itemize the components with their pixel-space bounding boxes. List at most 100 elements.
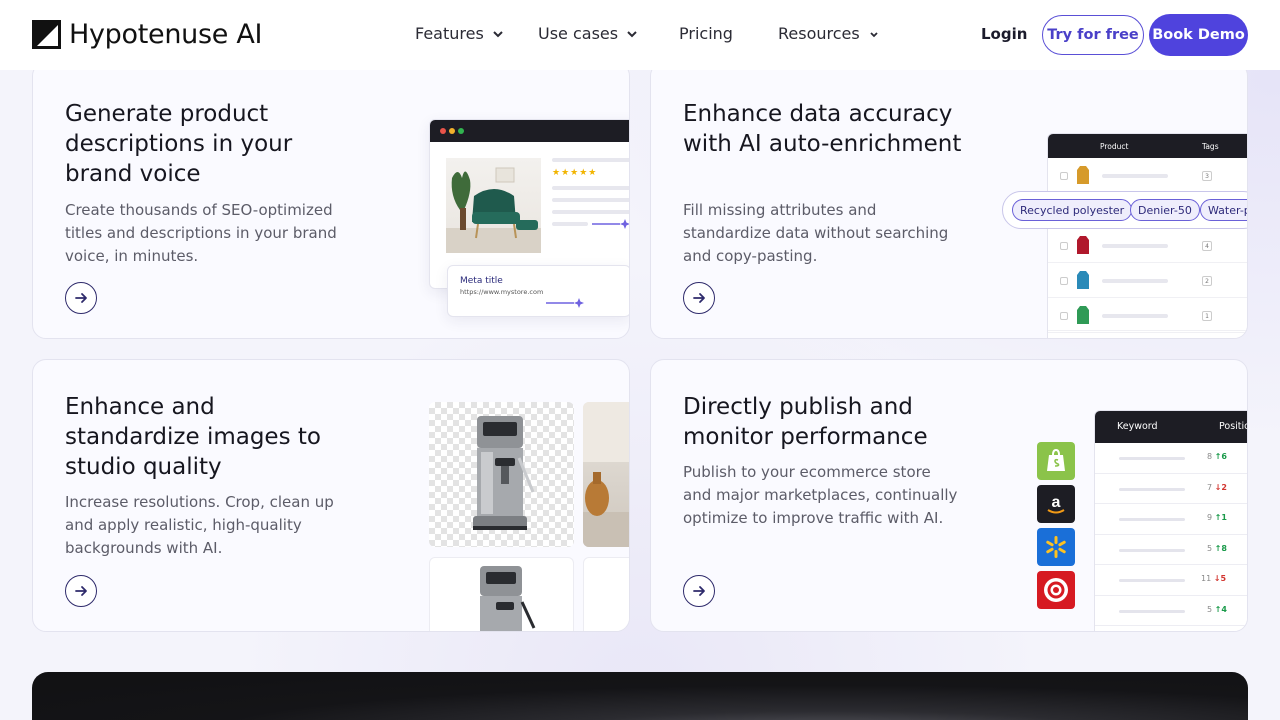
tag-count: 4 xyxy=(1202,241,1212,251)
studio-image-alt xyxy=(583,557,629,631)
nav-use-cases[interactable]: Use cases xyxy=(538,24,638,43)
table-row: 7 ↓2 xyxy=(1095,474,1247,504)
shopify-icon xyxy=(1037,442,1075,480)
nav-use-cases-label: Use cases xyxy=(538,24,619,43)
column-position: Position xyxy=(1219,421,1247,432)
nav-features[interactable]: Features xyxy=(415,24,504,43)
row-checkbox xyxy=(1060,242,1068,250)
row-checkbox xyxy=(1060,277,1068,285)
kitchen-background-image xyxy=(583,402,629,547)
attribute-chip: Denier-50 xyxy=(1130,199,1200,221)
nav-resources-label: Resources xyxy=(778,24,860,43)
keyword-bar xyxy=(1119,609,1185,613)
window-dot-yellow xyxy=(449,128,455,134)
jacket-icon xyxy=(1077,236,1089,254)
jacket-icon xyxy=(1077,271,1089,289)
login-button[interactable]: Login xyxy=(981,25,1027,43)
table-row: 5 ↑4 xyxy=(1095,596,1247,626)
table-row: 4 xyxy=(1048,228,1247,263)
text-line xyxy=(1102,244,1168,248)
svg-text:a: a xyxy=(1052,494,1061,511)
table-row: 9 ↑1 xyxy=(1095,504,1247,535)
keyword-bar xyxy=(1119,518,1185,521)
sparkle-pointer-icon xyxy=(546,298,584,308)
chevron-down-icon xyxy=(627,30,637,37)
coffee-machine-illustration xyxy=(473,416,535,530)
armchair-illustration xyxy=(446,167,541,253)
jacket-icon xyxy=(1077,306,1089,324)
card-arrow-button[interactable] xyxy=(65,575,97,607)
card-arrow-button[interactable] xyxy=(683,282,715,314)
tag-count: 3 xyxy=(1202,171,1212,181)
chevron-down-icon xyxy=(870,31,878,37)
logo-text: Hypotenuse AI xyxy=(69,18,263,50)
text-line xyxy=(1102,314,1168,318)
tag-count: 1 xyxy=(1202,311,1212,321)
nav-pricing[interactable]: Pricing xyxy=(679,24,733,43)
text-line xyxy=(552,158,629,162)
row-checkbox xyxy=(1060,172,1068,180)
try-for-free-button[interactable]: Try for free xyxy=(1042,15,1144,55)
text-line xyxy=(552,210,629,214)
text-line xyxy=(552,222,588,226)
table-header: Product Tags xyxy=(1048,134,1247,158)
nav-pricing-label: Pricing xyxy=(679,24,733,43)
position-change: 9 ↑1 xyxy=(1207,513,1227,522)
position-change: 5 ↑8 xyxy=(1207,543,1227,553)
feature-card-data-enrichment[interactable]: Enhance data accuracy with AI auto-enric… xyxy=(650,62,1248,339)
meta-title-label: Meta title xyxy=(460,276,503,286)
card-arrow-button[interactable] xyxy=(65,282,97,314)
position-change: 8 ↑6 xyxy=(1207,452,1227,461)
armchair-image xyxy=(446,158,541,253)
window-titlebar xyxy=(430,120,629,142)
sparkle-pointer-icon xyxy=(592,219,629,229)
amazon-icon: a xyxy=(1037,485,1075,523)
site-header: Hypotenuse AI Features Use cases Pricing… xyxy=(0,0,1280,70)
column-keyword: Keyword xyxy=(1117,421,1158,432)
nav-features-label: Features xyxy=(415,24,484,43)
coffee-machine-illustration xyxy=(480,566,536,631)
feature-card-publish-monitor[interactable]: Directly publish and monitor performance… xyxy=(650,359,1248,632)
walmart-icon xyxy=(1037,528,1075,566)
target-icon xyxy=(1037,571,1075,609)
position-change: 5 ↑4 xyxy=(1207,604,1227,614)
feature-card-product-descriptions[interactable]: Generate product descriptions in your br… xyxy=(32,62,630,339)
nav-resources[interactable]: Resources xyxy=(778,24,880,43)
table-row: 1 xyxy=(1048,298,1247,333)
jacket-icon xyxy=(1077,166,1089,184)
studio-image xyxy=(429,557,574,631)
keyword-bar xyxy=(1119,548,1185,552)
card-arrow-button[interactable] xyxy=(683,575,715,607)
logo-mark-icon xyxy=(32,19,61,49)
text-line xyxy=(552,186,629,190)
attribute-chips-bar: Recycled polyester Denier-50 Water-p xyxy=(1002,191,1247,229)
transparent-background-image xyxy=(429,402,574,547)
book-demo-button[interactable]: Book Demo xyxy=(1149,14,1248,56)
card-description: Fill missing attributes and standardize … xyxy=(683,201,949,265)
feature-card-image-enhancement[interactable]: Enhance and standardize images to studio… xyxy=(32,359,630,632)
chevron-down-icon xyxy=(493,30,503,37)
window-dot-red xyxy=(440,128,446,134)
card-title: Directly publish and monitor performance xyxy=(683,394,928,450)
arrow-right-icon xyxy=(693,586,705,596)
logo[interactable]: Hypotenuse AI xyxy=(32,18,262,50)
product-page-mockup: ★★★★★ xyxy=(429,119,629,289)
attribute-chip: Recycled polyester xyxy=(1012,199,1133,221)
window-dot-green xyxy=(458,128,464,134)
arrow-right-icon xyxy=(75,586,87,596)
text-line xyxy=(552,198,629,202)
keyword-bar xyxy=(1119,457,1185,460)
keyword-bar xyxy=(1119,579,1185,582)
arrow-right-icon xyxy=(75,293,87,303)
card-description: Increase resolutions. Crop, clean up and… xyxy=(65,493,334,557)
keyword-ranking-table: Keyword Position 8 ↑6 7 ↓2 9 ↑1 5 ↑8 11 … xyxy=(1094,410,1247,631)
tag-count: 2 xyxy=(1202,276,1212,286)
text-line xyxy=(1102,174,1168,178)
position-change: 7 ↓2 xyxy=(1207,482,1227,492)
text-line xyxy=(1102,279,1168,283)
column-tags: Tags xyxy=(1202,142,1219,151)
keyword-bar xyxy=(1119,487,1185,491)
card-description: Publish to your ecommerce store and majo… xyxy=(683,463,958,527)
card-description: Create thousands of SEO-optimized titles… xyxy=(65,201,337,265)
row-checkbox xyxy=(1060,312,1068,320)
